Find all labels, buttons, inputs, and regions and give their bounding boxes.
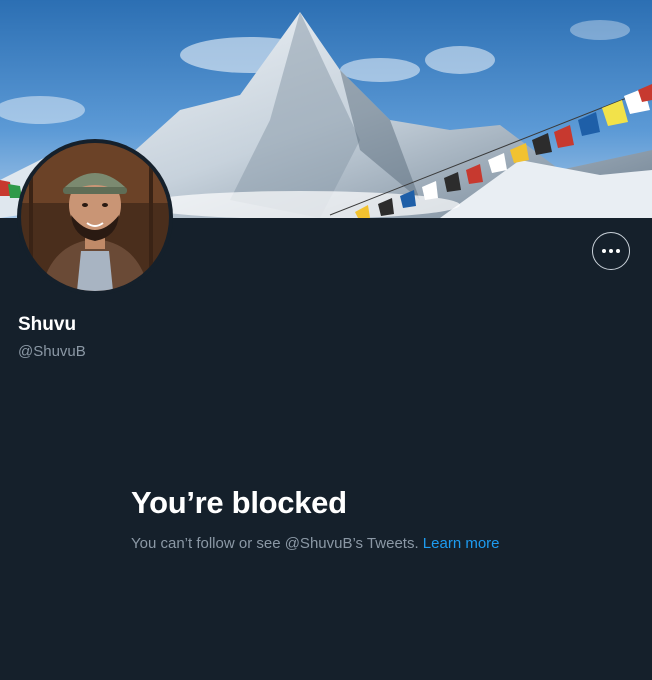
learn-more-link[interactable]: Learn more (423, 535, 500, 552)
more-options-button[interactable] (592, 232, 630, 270)
blocked-title: You’re blocked (131, 485, 347, 520)
avatar[interactable] (17, 139, 173, 295)
user-handle: @ShuvuB (18, 343, 86, 360)
blocked-message-text: You can’t follow or see @ShuvuB’s Tweets… (131, 535, 419, 552)
avatar-image (21, 143, 169, 291)
avatar-photo (21, 143, 169, 291)
more-horizontal-icon (602, 249, 620, 253)
profile-page: Shuvu @ShuvuB You’re blocked You can’t f… (0, 0, 652, 680)
display-name: Shuvu (18, 314, 77, 335)
blocked-message: You can’t follow or see @ShuvuB’s Tweets… (131, 533, 511, 555)
